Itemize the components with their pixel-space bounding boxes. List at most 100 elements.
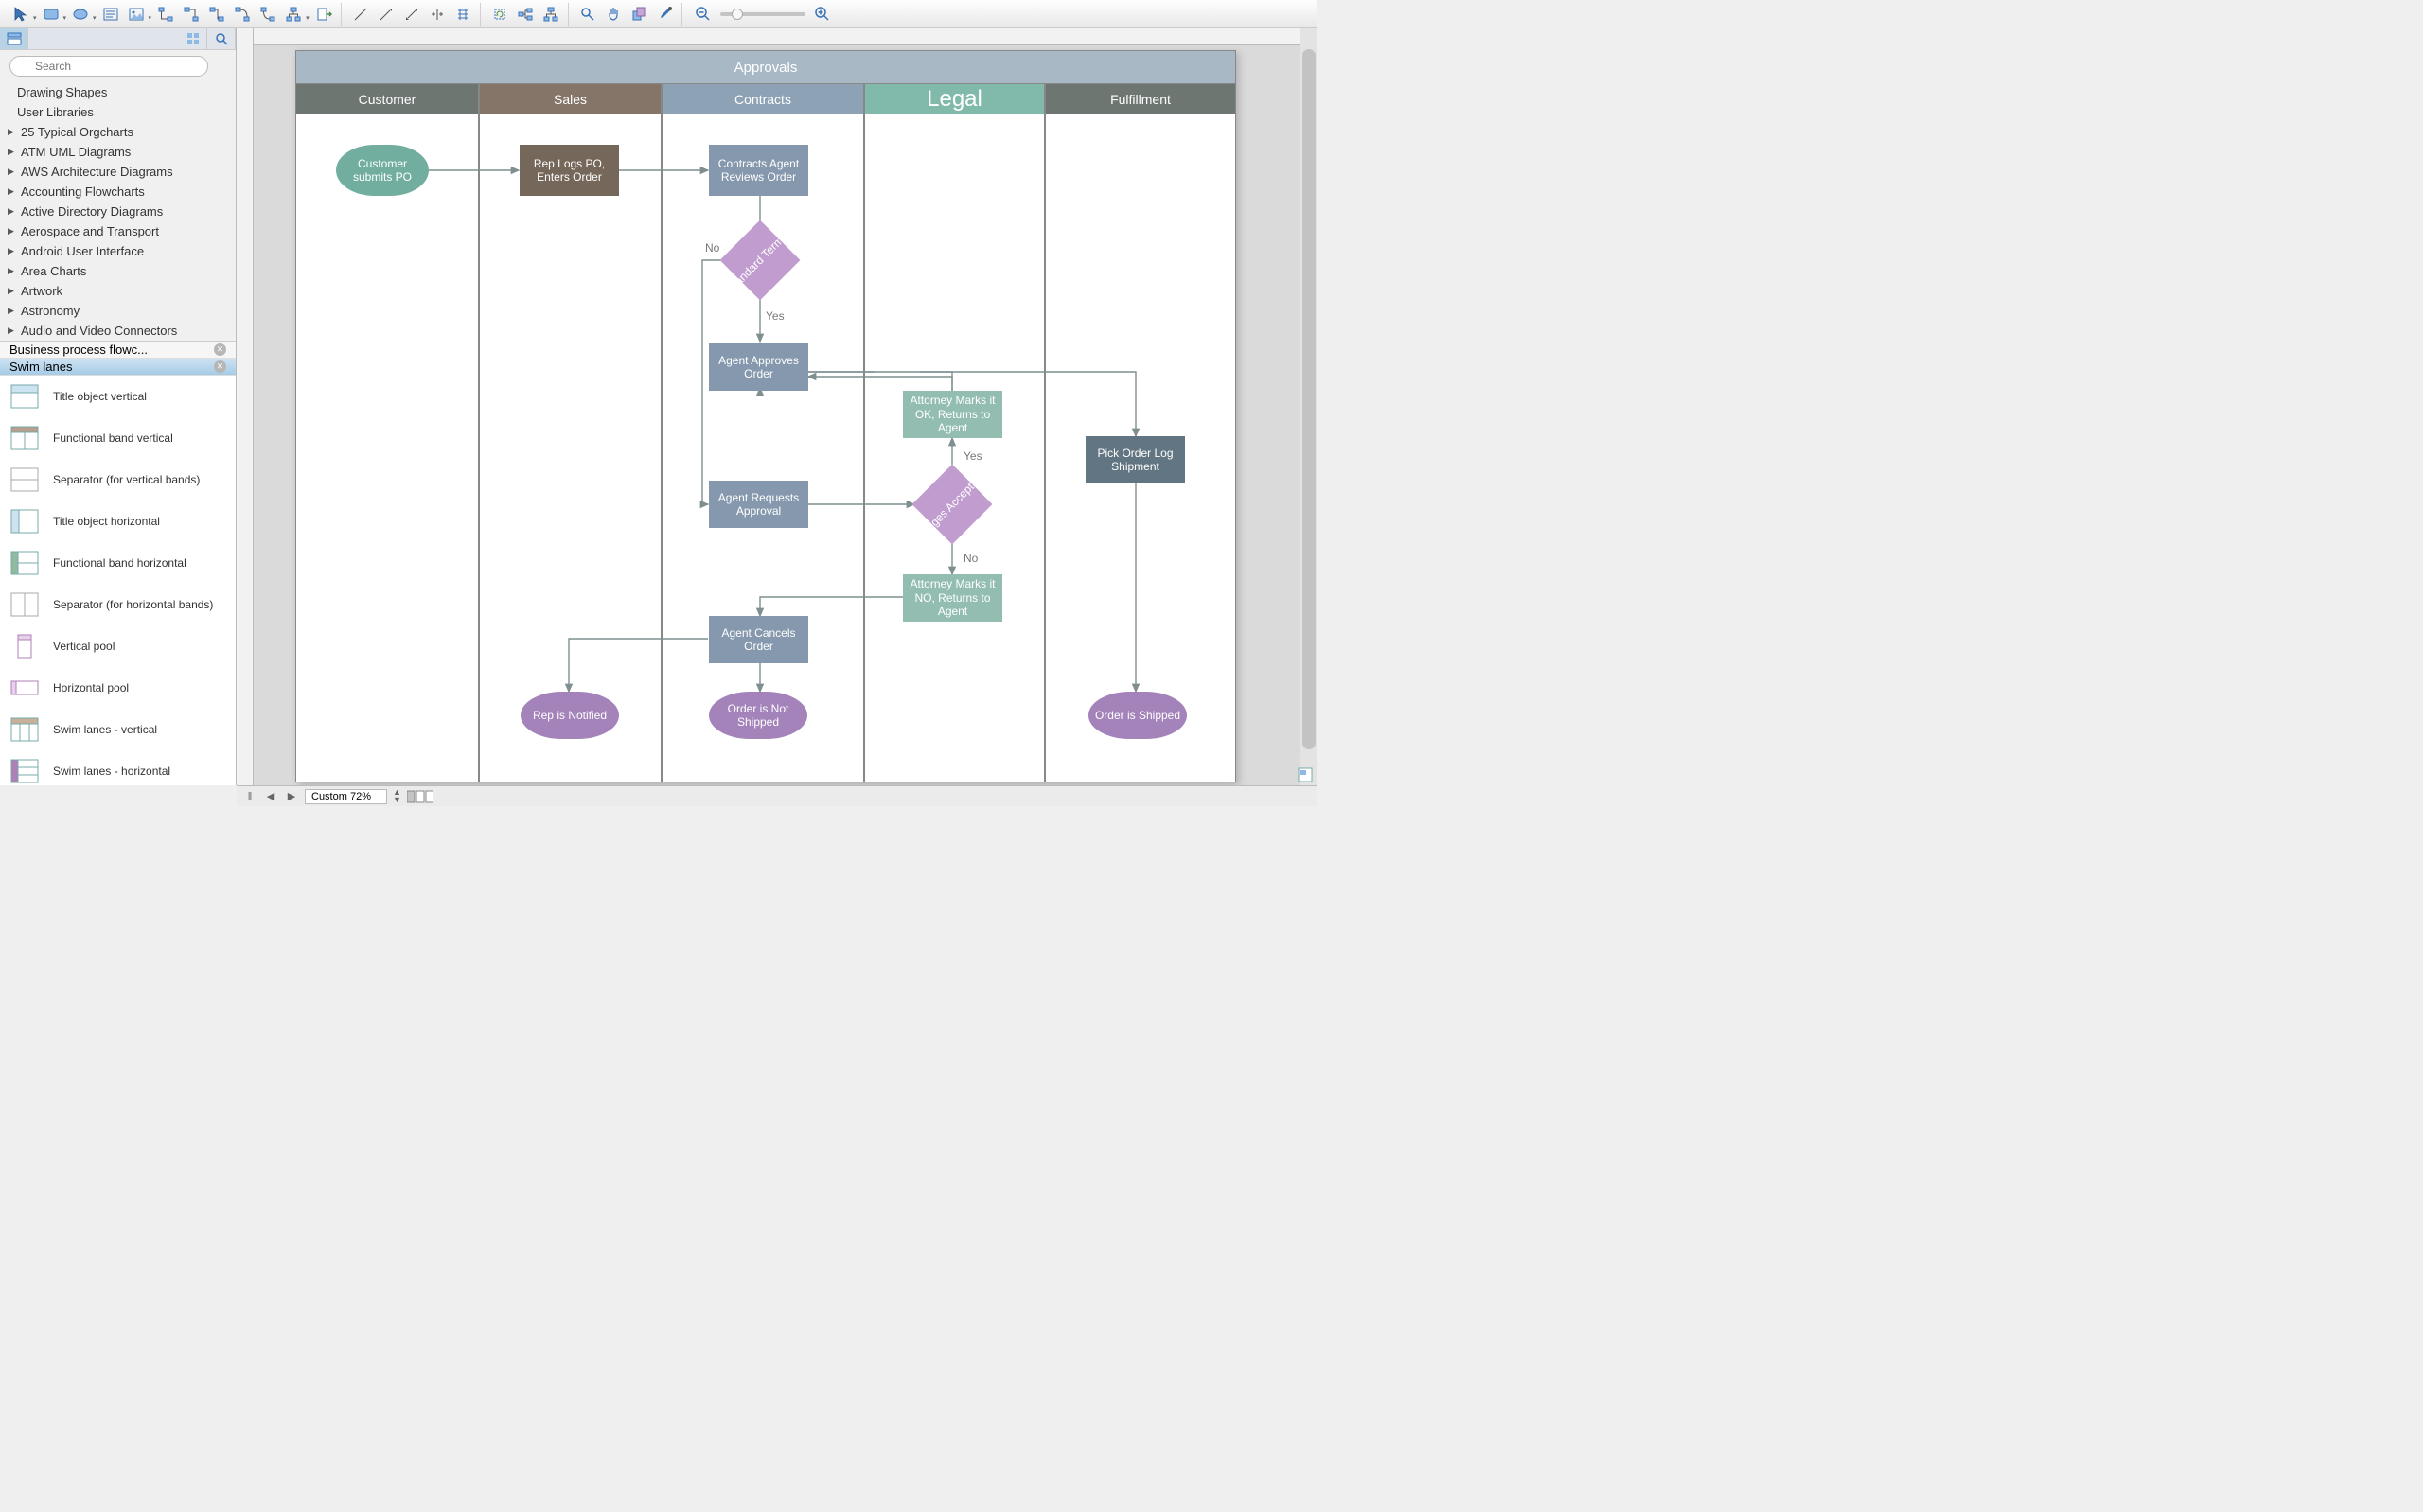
zoom-controls [684,3,841,26]
ellipse-tool[interactable] [69,3,92,26]
library-item[interactable]: ▶Aerospace and Transport [0,221,236,241]
auto-layout-h-tool[interactable] [426,3,449,26]
lane-header-contracts[interactable]: Contracts [662,84,864,114]
eyedropper-tool[interactable] [653,3,676,26]
library-item[interactable]: ▶ATM UML Diagrams [0,142,236,162]
node-changes-acceptable[interactable]: Changes Acceptable? [912,465,992,544]
page-layout-icon[interactable] [407,790,433,803]
library-item[interactable]: ▶25 Typical Orgcharts [0,122,236,142]
shape-item[interactable]: Horizontal pool [0,667,236,709]
shape-item[interactable]: Separator (for vertical bands) [0,459,236,501]
lane-header-sales[interactable]: Sales [479,84,662,114]
zoom-slider[interactable] [720,12,805,16]
pan-tool[interactable] [602,3,625,26]
library-item[interactable]: ▶AWS Architecture Diagrams [0,162,236,182]
shape-item[interactable]: Swim lanes - horizontal [0,750,236,785]
lane-header-customer[interactable]: Customer [295,84,479,114]
vertical-ruler [237,28,254,785]
line-tool[interactable] [349,3,372,26]
library-item[interactable]: ▶Astronomy [0,301,236,321]
auto-layout-v-tool[interactable] [451,3,474,26]
arrow-both-tool[interactable] [400,3,423,26]
close-icon[interactable]: ✕ [214,343,226,356]
shape-format-tool[interactable] [628,3,650,26]
library-panel-tab[interactable] [0,28,28,49]
node-order-not-shipped[interactable]: Order is Not Shipped [709,692,807,739]
select-tool[interactable] [9,3,32,26]
edge-label: No [705,241,719,255]
node-order-shipped[interactable]: Order is Shipped [1088,692,1187,739]
vertical-scrollbar[interactable] [1300,28,1317,785]
connector-l-tool[interactable] [154,3,177,26]
node-standard-terms[interactable]: Standard Terms? [720,220,800,300]
horizontal-ruler [237,28,1317,45]
library-item[interactable]: ▶Audio and Video Connectors [0,321,236,341]
magnify-tool[interactable] [576,3,599,26]
node-pick-order[interactable]: Pick Order Log Shipment [1086,436,1185,483]
library-item[interactable]: ▶Area Charts [0,261,236,281]
search-input[interactable] [9,56,208,77]
library-item[interactable]: User Libraries [0,102,236,122]
shape-item[interactable]: Title object horizontal [0,501,236,542]
open-library-tab[interactable]: Business process flowc...✕ [0,342,236,359]
connector-step-tool[interactable] [180,3,203,26]
shape-item[interactable]: Swim lanes - vertical [0,709,236,750]
search-tab[interactable] [207,28,236,49]
node-rep-notified[interactable]: Rep is Notified [521,692,619,739]
library-list: Drawing Shapes User Libraries ▶25 Typica… [0,82,236,341]
shape-item[interactable]: Vertical pool [0,625,236,667]
text-tool[interactable] [99,3,122,26]
node-attorney-no[interactable]: Attorney Marks it NO, Returns to Agent [903,574,1002,622]
zoom-level-field[interactable]: Custom 72% [305,789,387,804]
zoom-in-button[interactable] [811,3,834,26]
shape-item[interactable]: Title object vertical [0,376,236,417]
node-attorney-ok[interactable]: Attorney Marks it OK, Returns to Agent [903,391,1002,438]
refresh-tool[interactable] [488,3,511,26]
arrow-right-tool[interactable] [375,3,398,26]
library-item[interactable]: ▶Active Directory Diagrams [0,202,236,221]
library-item[interactable]: ▶Artwork [0,281,236,301]
next-page-button[interactable]: ▶ [284,790,299,802]
canvas-area[interactable]: Approvals Customer Sales Contracts Legal… [237,28,1317,785]
close-icon[interactable]: ✕ [214,360,226,373]
library-item[interactable]: ▶Accounting Flowcharts [0,182,236,202]
connector-curve-tool[interactable] [231,3,254,26]
edge-label: Yes [964,449,982,463]
grid-view-tab[interactable] [179,28,207,49]
library-item[interactable]: ▶Android User Interface [0,241,236,261]
node-customer-po[interactable]: Customer submits PO [336,145,429,196]
bottom-bar: ‖ ◀ ▶ Custom 72% ▲▼ [237,785,1317,806]
node-agent-cancels[interactable]: Agent Cancels Order [709,616,808,663]
navigator-icon[interactable] [1298,767,1313,782]
tree-tool[interactable] [282,3,305,26]
pause-icon[interactable]: ‖ [242,791,257,802]
node-rep-logs[interactable]: Rep Logs PO, Enters Order [520,145,619,196]
diagram-page[interactable]: Approvals Customer Sales Contracts Legal… [295,50,1236,782]
connector-smart-tool[interactable] [256,3,279,26]
shape-palette: Title object vertical Functional band ve… [0,376,236,785]
zoom-out-button[interactable] [692,3,715,26]
swimlane-title[interactable]: Approvals [295,50,1236,84]
image-tool[interactable] [125,3,148,26]
lane-header-legal[interactable]: Legal [864,84,1045,114]
tree-down-tool[interactable] [539,3,562,26]
prev-page-button[interactable]: ◀ [263,790,278,802]
tree-right-tool[interactable] [514,3,537,26]
shape-item[interactable]: Separator (for horizontal bands) [0,584,236,625]
zoom-slider-thumb[interactable] [732,9,743,20]
lane-header-fulfillment[interactable]: Fulfillment [1045,84,1236,114]
shape-item[interactable]: Functional band vertical [0,417,236,459]
shape-item[interactable]: Functional band horizontal [0,542,236,584]
node-contracts-review[interactable]: Contracts Agent Reviews Order [709,145,808,196]
edge-label: No [964,552,978,565]
sidebar: Drawing Shapes User Libraries ▶25 Typica… [0,28,237,785]
export-tool[interactable] [312,3,335,26]
node-agent-requests[interactable]: Agent Requests Approval [709,481,808,528]
rect-tool[interactable] [40,3,62,26]
edge-label: Yes [766,309,785,323]
library-item[interactable]: Drawing Shapes [0,82,236,102]
node-agent-approves[interactable]: Agent Approves Order [709,343,808,391]
connector-elbow-tool[interactable] [205,3,228,26]
open-library-tab[interactable]: Swim lanes✕ [0,359,236,376]
stepper-icon[interactable]: ▲▼ [393,789,401,802]
